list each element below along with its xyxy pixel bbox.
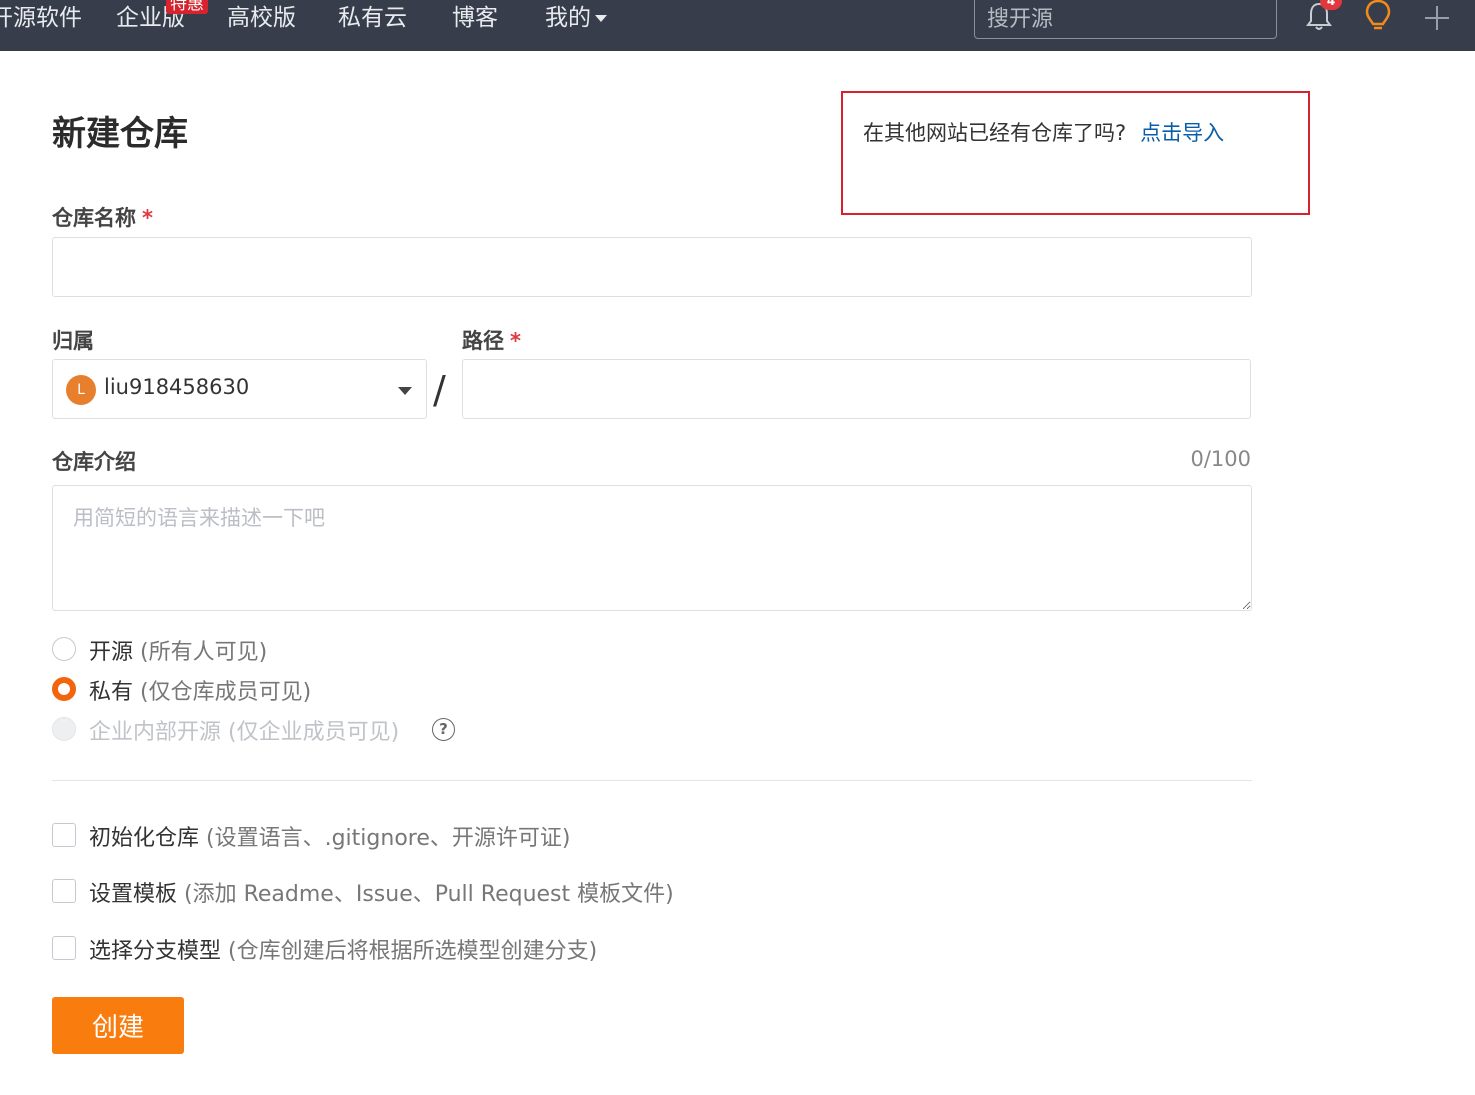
- description-label: 仓库介绍: [52, 450, 136, 474]
- radio-label: 私有 (仅仓库成员可见): [89, 674, 311, 706]
- nav-university[interactable]: 高校版: [227, 4, 296, 32]
- owner-label: 归属: [52, 329, 94, 353]
- radio-label-main: 私有: [89, 680, 134, 705]
- nav-mine-label: 我的: [545, 5, 591, 31]
- checkbox-label-sub: (仓库创建后将根据所选模型创建分支): [228, 939, 598, 964]
- radio-label-sub: (所有人可见): [140, 640, 268, 665]
- repo-name-label-text: 仓库名称: [52, 206, 136, 230]
- plus-icon[interactable]: [1423, 4, 1451, 36]
- nav-private-cloud[interactable]: 私有云: [338, 4, 407, 32]
- radio-button[interactable]: [52, 637, 76, 661]
- checkbox-label-main: 初始化仓库: [89, 826, 200, 851]
- repo-name-label: 仓库名称 *: [52, 202, 153, 232]
- checkbox[interactable]: [52, 936, 76, 960]
- radio-label-main: 开源: [89, 640, 134, 665]
- repo-name-input[interactable]: [52, 237, 1252, 297]
- required-mark: *: [510, 329, 521, 353]
- import-question: 在其他网站已经有仓库了吗?: [863, 121, 1127, 145]
- nav-mine[interactable]: 我的: [545, 4, 607, 32]
- checkbox-label: 选择分支模型 (仓库创建后将根据所选模型创建分支): [89, 933, 597, 965]
- radio-button-selected[interactable]: [52, 677, 76, 701]
- checkbox-label-main: 设置模板: [89, 882, 178, 907]
- import-text: 在其他网站已经有仓库了吗? 点击导入: [863, 117, 1224, 147]
- checkbox[interactable]: [52, 823, 76, 847]
- search-input[interactable]: [974, 0, 1277, 39]
- notification-count-badge: 4: [1320, 0, 1342, 10]
- top-navbar: 开源软件 企业版 特惠 高校版 私有云 博客 我的 4: [0, 0, 1475, 51]
- avatar: L: [66, 375, 96, 405]
- promo-badge: 特惠: [166, 0, 208, 14]
- page-title: 新建仓库: [52, 114, 188, 154]
- owner-select[interactable]: L liu918458630: [52, 359, 427, 419]
- description-textarea[interactable]: [52, 485, 1252, 611]
- path-label: 路径 *: [462, 325, 521, 355]
- divider: [52, 780, 1252, 781]
- checkbox-label: 初始化仓库 (设置语言、.gitignore、开源许可证): [89, 820, 570, 852]
- help-icon[interactable]: ?: [432, 718, 455, 741]
- radio-label-sub: (仅企业成员可见): [228, 720, 400, 745]
- description-char-counter: 0/100: [1190, 447, 1251, 471]
- chevron-down-icon: [398, 387, 412, 395]
- checkbox-label: 设置模板 (添加 Readme、Issue、Pull Request 模板文件): [89, 876, 674, 908]
- radio-button-disabled: [52, 717, 76, 741]
- owner-value: liu918458630: [104, 375, 250, 399]
- create-button[interactable]: 创建: [52, 997, 184, 1054]
- nav-blog[interactable]: 博客: [452, 4, 498, 32]
- path-input[interactable]: [462, 359, 1251, 419]
- checkbox[interactable]: [52, 879, 76, 903]
- path-separator: /: [433, 368, 446, 412]
- checkbox-label-main: 选择分支模型: [89, 939, 222, 964]
- checkbox-label-sub: (添加 Readme、Issue、Pull Request 模板文件): [184, 882, 674, 907]
- required-mark: *: [142, 206, 153, 230]
- path-label-text: 路径: [462, 329, 504, 353]
- radio-label: 开源 (所有人可见): [89, 634, 267, 666]
- lightbulb-icon[interactable]: [1363, 0, 1393, 38]
- import-callout: 在其他网站已经有仓库了吗? 点击导入: [841, 91, 1310, 215]
- radio-enterprise-internal: 企业内部开源 (仅企业成员可见) ?: [52, 714, 472, 746]
- import-link[interactable]: 点击导入: [1140, 121, 1224, 145]
- checkbox-label-sub: (设置语言、.gitignore、开源许可证): [206, 826, 571, 851]
- radio-label-main: 企业内部开源: [89, 720, 222, 745]
- nav-open-source[interactable]: 开源软件: [0, 4, 82, 32]
- radio-label: 企业内部开源 (仅企业成员可见): [89, 714, 399, 746]
- radio-label-sub: (仅仓库成员可见): [140, 680, 312, 705]
- chevron-down-icon: [595, 15, 607, 22]
